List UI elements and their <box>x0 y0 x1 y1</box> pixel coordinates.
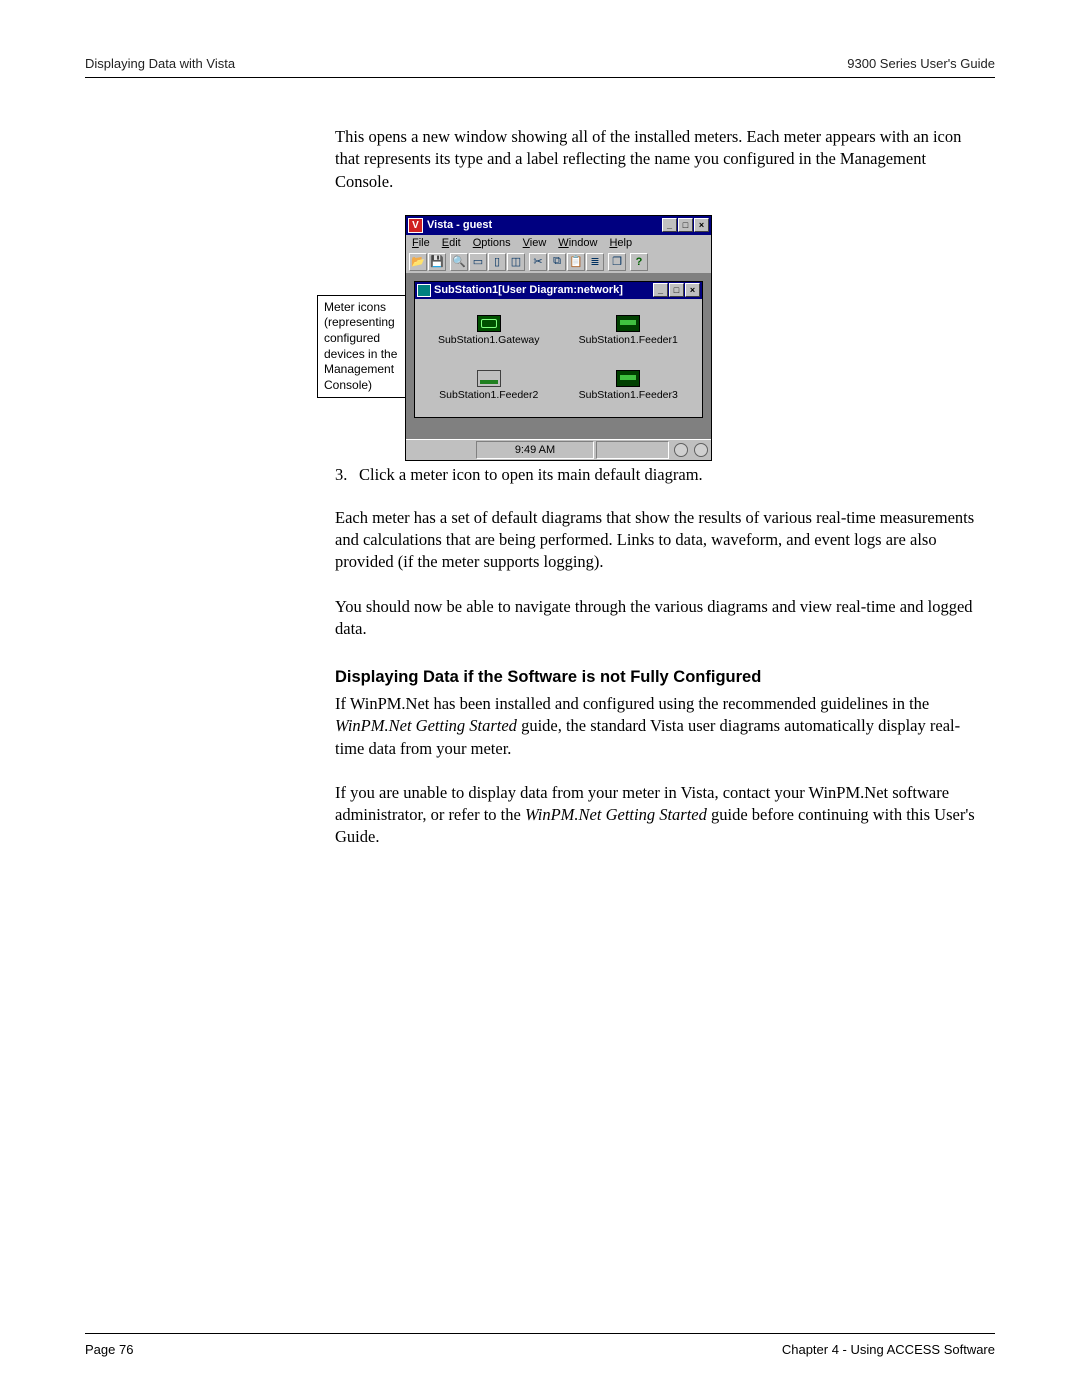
section-para-2: If you are unable to display data from y… <box>335 782 975 849</box>
intro-paragraph: This opens a new window showing all of t… <box>335 126 975 193</box>
paragraph-navigate: You should now be able to navigate throu… <box>335 596 975 641</box>
vista-title: Vista - guest <box>427 219 492 231</box>
close-button[interactable]: × <box>694 218 709 232</box>
status-led-2 <box>694 443 708 457</box>
section-heading: Displaying Data if the Software is not F… <box>335 668 975 687</box>
footer-right: Chapter 4 - Using ACCESS Software <box>782 1342 995 1357</box>
meter-label: SubStation1.Feeder1 <box>579 334 678 346</box>
meter-icon-gateway[interactable]: SubStation1.Gateway <box>419 303 559 358</box>
menubar: File Edit Options View Window Help <box>406 235 711 251</box>
child-maximize-button[interactable]: □ <box>669 283 684 297</box>
paste-icon[interactable]: 📋 <box>567 253 585 271</box>
tile-v-icon[interactable]: ▯ <box>488 253 506 271</box>
gateway-device-icon <box>477 315 501 332</box>
child-window: SubStation1[User Diagram:network] _ □ × <box>414 281 703 418</box>
header-left: Displaying Data with Vista <box>85 56 235 71</box>
text-run: If WinPM.Net has been installed and conf… <box>335 694 929 713</box>
meter-icon-feeder1[interactable]: SubStation1.Feeder1 <box>559 303 699 358</box>
text-run-italic: WinPM.Net Getting Started <box>335 716 517 735</box>
list-icon[interactable]: ≣ <box>586 253 604 271</box>
menu-help[interactable]: Help <box>609 237 632 249</box>
cut-icon[interactable]: ✂ <box>529 253 547 271</box>
menu-edit[interactable]: Edit <box>442 237 461 249</box>
status-led-1 <box>674 443 688 457</box>
chart-icon[interactable]: ◫ <box>507 253 525 271</box>
step-text: Click a meter icon to open its main defa… <box>359 465 703 485</box>
minimize-button[interactable]: _ <box>662 218 677 232</box>
help-icon[interactable]: ? <box>630 253 648 271</box>
text-run-italic: WinPM.Net Getting Started <box>525 805 707 824</box>
vista-figure: Meter icons (representing configured dev… <box>335 215 975 445</box>
window-icon[interactable]: ❐ <box>608 253 626 271</box>
page-header: Displaying Data with Vista 9300 Series U… <box>85 56 995 78</box>
child-titlebar: SubStation1[User Diagram:network] _ □ × <box>415 282 702 299</box>
save-icon[interactable]: 💾 <box>428 253 446 271</box>
meter-label: SubStation1.Feeder3 <box>579 389 678 401</box>
menu-options[interactable]: Options <box>473 237 511 249</box>
section-para-1: If WinPM.Net has been installed and conf… <box>335 693 975 760</box>
meter-icon-feeder3[interactable]: SubStation1.Feeder3 <box>559 358 699 413</box>
menu-file[interactable]: File <box>412 237 430 249</box>
feeder-device-icon <box>616 315 640 332</box>
header-right: 9300 Series User's Guide <box>847 56 995 71</box>
vista-app-icon: V <box>408 218 423 233</box>
child-window-icon <box>417 284 431 297</box>
status-time: 9:49 AM <box>476 441 594 459</box>
step-3: 3. Click a meter icon to open its main d… <box>335 465 975 485</box>
child-title-text: SubStation1[User Diagram:network] <box>434 284 623 296</box>
menu-window[interactable]: Window <box>558 237 597 249</box>
meter-icon-feeder2[interactable]: SubStation1.Feeder2 <box>419 358 559 413</box>
tile-h-icon[interactable]: ▭ <box>469 253 487 271</box>
menu-view[interactable]: View <box>523 237 547 249</box>
zoom-icon[interactable]: 🔍 <box>450 253 468 271</box>
rack-device-icon <box>477 370 501 387</box>
feeder-device-icon <box>616 370 640 387</box>
child-close-button[interactable]: × <box>685 283 700 297</box>
footer-left: Page 76 <box>85 1342 133 1357</box>
statusbar: 9:49 AM <box>406 439 711 460</box>
vista-window: V Vista - guest _ □ × File Edit Options … <box>405 215 712 461</box>
meter-label: SubStation1.Feeder2 <box>439 389 538 401</box>
copy-icon[interactable]: ⧉ <box>548 253 566 271</box>
maximize-button[interactable]: □ <box>678 218 693 232</box>
page-footer: Page 76 Chapter 4 - Using ACCESS Softwar… <box>85 1333 995 1357</box>
status-spacer <box>596 441 669 459</box>
toolbar: 📂 💾 🔍 ▭ ▯ ◫ ✂ ⧉ 📋 ≣ <box>406 251 711 273</box>
diagram-canvas: SubStation1.Gateway SubStation1.Feeder1 … <box>415 299 702 417</box>
page-body: This opens a new window showing all of t… <box>335 78 975 849</box>
child-minimize-button[interactable]: _ <box>653 283 668 297</box>
step-number: 3. <box>335 465 359 485</box>
paragraph-diagrams: Each meter has a set of default diagrams… <box>335 507 975 574</box>
vista-titlebar: V Vista - guest _ □ × <box>406 216 711 235</box>
meter-label: SubStation1.Gateway <box>438 334 540 346</box>
open-icon[interactable]: 📂 <box>409 253 427 271</box>
vista-client-area: SubStation1[User Diagram:network] _ □ × <box>406 273 711 439</box>
